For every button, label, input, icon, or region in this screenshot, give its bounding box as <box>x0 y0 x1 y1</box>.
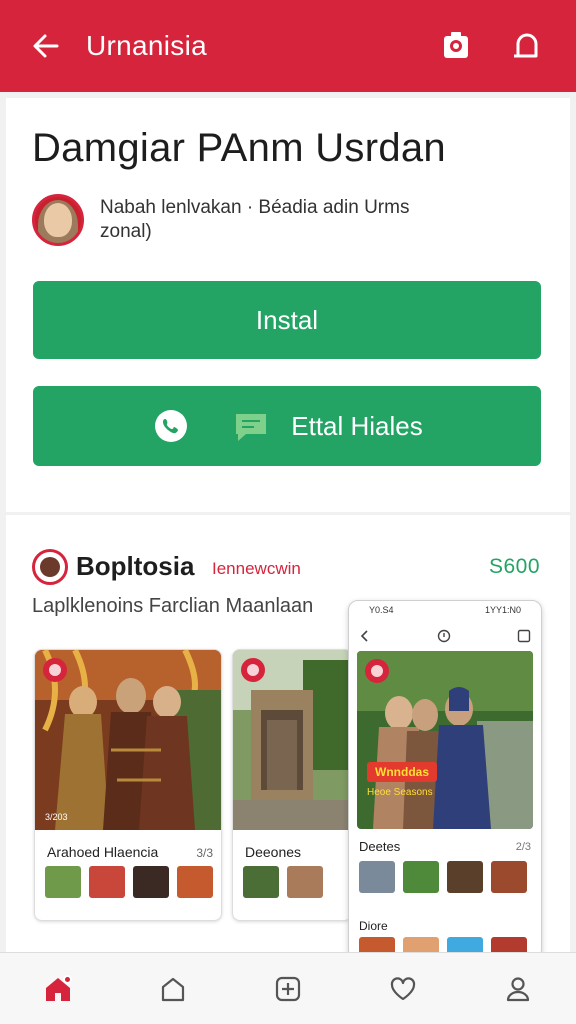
chat-icon[interactable] <box>504 24 548 68</box>
thumbnail[interactable] <box>491 861 527 893</box>
thumbnail[interactable] <box>359 861 395 893</box>
thumbnail[interactable] <box>243 866 279 898</box>
thumbnail[interactable] <box>403 861 439 893</box>
brand-logo-icon[interactable] <box>32 549 68 585</box>
back-chevron-icon[interactable] <box>359 630 371 642</box>
thumbnail[interactable] <box>133 866 169 898</box>
status-info: 1YY1:N0 <box>484 605 521 615</box>
product-title: Damgiar PAnm Usrdan <box>32 126 446 170</box>
listing-subtitle: Laplklenoins Farclian Maanlaan <box>32 595 314 617</box>
tab-profile[interactable] <box>494 965 542 1013</box>
thumbnail[interactable] <box>177 866 213 898</box>
preview-screenshot-1[interactable]: 3/203 Arahoed Hlaencia 3/3 <box>34 649 222 921</box>
tab-favorites[interactable] <box>379 965 427 1013</box>
screenshot-count: 3/3 <box>196 846 213 860</box>
preview-screenshot-2[interactable]: Deeones <box>232 649 352 921</box>
phone-caption-2: Diore <box>359 919 388 933</box>
app-header: Urnanisia <box>0 0 576 92</box>
info-icon[interactable] <box>437 629 451 643</box>
brand-name[interactable]: Bopltosia <box>76 551 194 582</box>
profile-icon <box>507 976 530 1001</box>
notification-dot <box>62 974 72 984</box>
thumbnail[interactable] <box>447 861 483 893</box>
thumbnail[interactable] <box>287 866 323 898</box>
phone-preview[interactable]: Y0.S4 1YY1:N0 Wnnddas Heoe Seasons Deete… <box>348 600 542 955</box>
brand-tag: Iennewcwin <box>212 559 301 578</box>
explore-icon <box>161 977 184 1001</box>
app-title: Urnanisia <box>86 30 207 61</box>
logo-badge-icon <box>241 658 265 682</box>
camera-icon[interactable] <box>434 24 478 68</box>
tab-explore[interactable] <box>149 965 197 1013</box>
whatsapp-icon <box>151 406 191 446</box>
phone-caption-count: 2/3 <box>515 841 531 853</box>
phone-hero-photo <box>357 651 533 829</box>
add-icon <box>275 976 301 1001</box>
tab-add[interactable] <box>264 965 312 1013</box>
phone-thumbnail-row <box>359 861 527 893</box>
status-time: Y0.S4 <box>369 605 394 615</box>
product-card: Damgiar PAnm Usrdan Nabah lenlvakan · Bé… <box>6 98 570 512</box>
thumbnail[interactable] <box>89 866 125 898</box>
message-icon <box>231 406 271 446</box>
install-button[interactable]: Instal <box>33 281 541 359</box>
thumbnail-row <box>243 866 323 898</box>
thumbnail-row <box>45 866 213 898</box>
author-row[interactable]: Nabah lenlvakan · Béadia adin Urms zonal… <box>32 194 460 246</box>
price-label: S600 <box>488 555 540 578</box>
square-icon[interactable] <box>517 629 531 643</box>
heart-icon <box>391 976 416 1000</box>
photo-index: 3/203 <box>45 812 68 822</box>
logo-badge-icon <box>365 659 389 683</box>
share-label: Ettal Hiales <box>291 410 423 441</box>
tab-home[interactable] <box>34 965 82 1013</box>
phone-status-bar: Y0.S4 1YY1:N0 <box>349 601 541 619</box>
thumbnail[interactable] <box>45 866 81 898</box>
promo-badge: Wnnddas <box>367 762 437 782</box>
back-arrow-icon[interactable] <box>28 28 64 64</box>
listing-section: Bopltosia Iennewcwin S600 Laplklenoins F… <box>6 515 570 955</box>
screenshot-caption: Deeones <box>245 844 302 860</box>
temple-photo <box>233 650 351 830</box>
bottom-tab-bar <box>0 952 576 1024</box>
phone-caption: Deetes <box>359 839 401 854</box>
phone-nav-bar <box>349 623 541 649</box>
screenshot-caption: Arahoed Hlaencia <box>47 844 159 860</box>
share-button[interactable]: Ettal Hiales <box>33 386 541 466</box>
logo-badge-icon <box>43 658 67 682</box>
family-photo: 3/203 <box>35 650 221 830</box>
promo-subtext: Heoe Seasons <box>367 787 433 798</box>
author-meta: Nabah lenlvakan · Béadia adin Urms zonal… <box>100 197 410 242</box>
author-avatar[interactable] <box>32 194 84 246</box>
